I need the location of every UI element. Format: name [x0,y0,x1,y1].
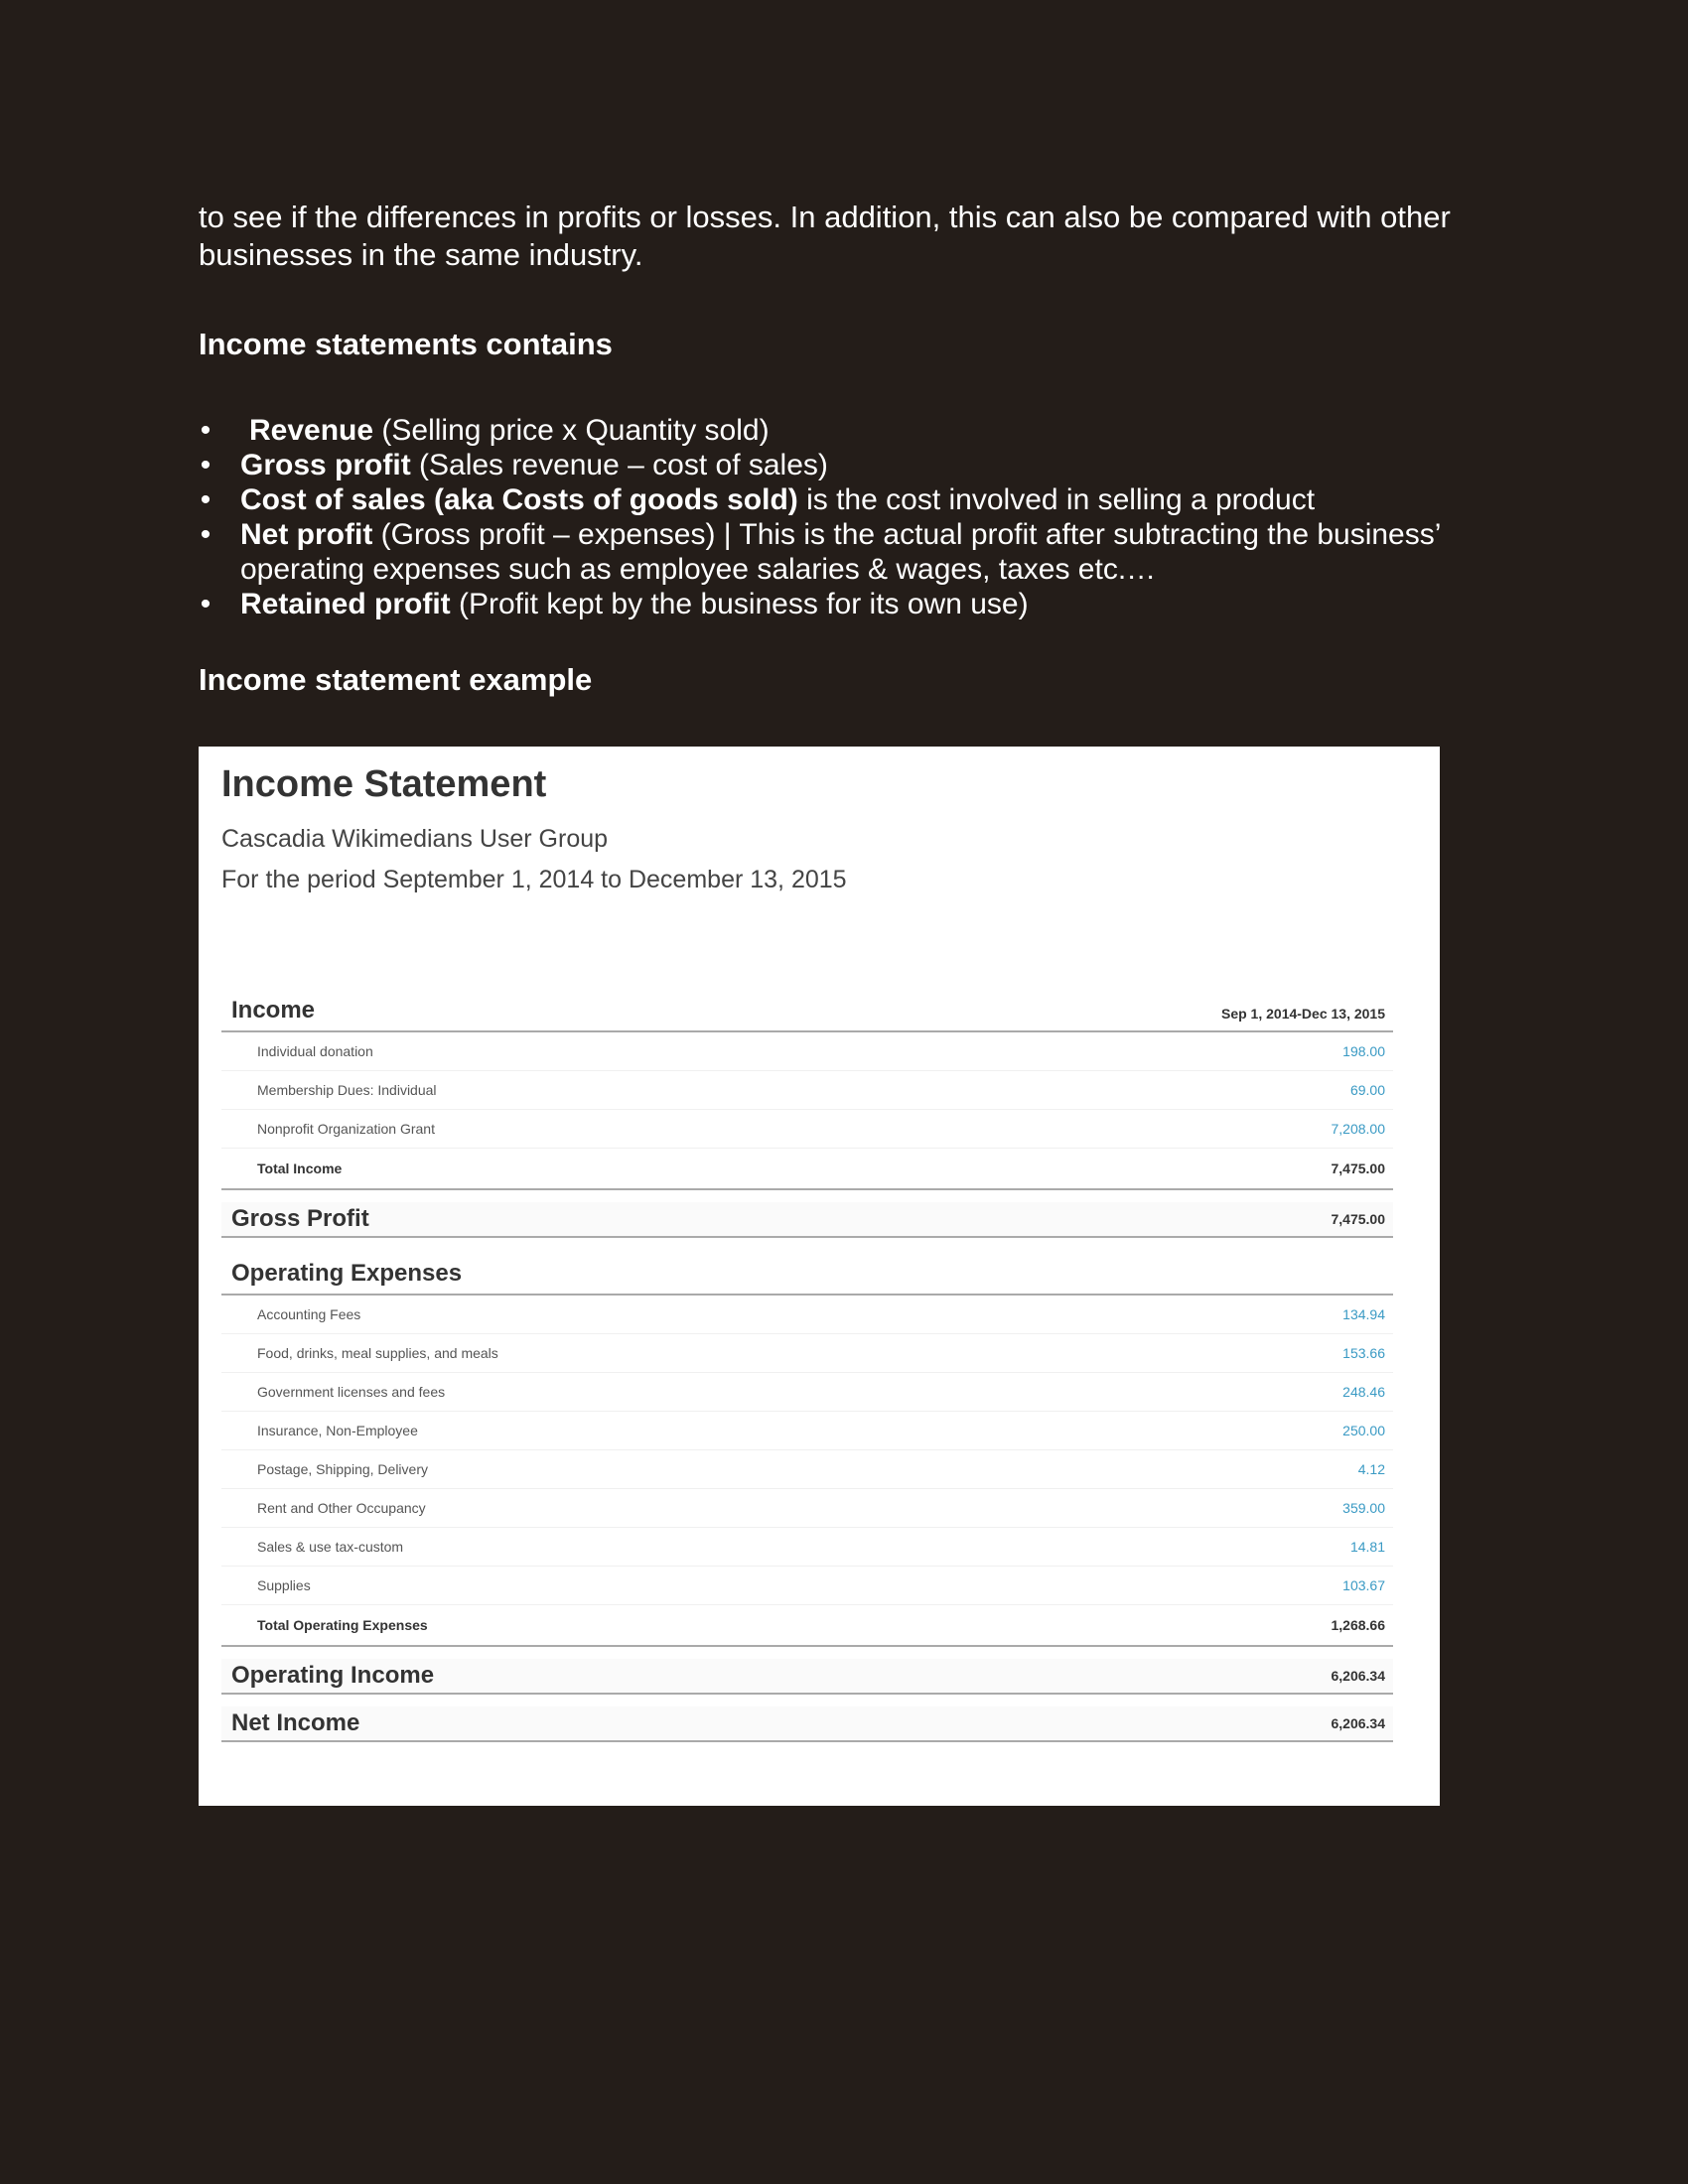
row-amount-link[interactable]: 7,208.00 [1332,1121,1386,1137]
row-amount: 1,268.66 [1331,1617,1386,1633]
term-description: (Profit kept by the business for its own… [450,588,1029,620]
bullet-icon: • [200,483,211,516]
row-label: Food, drinks, meal supplies, and meals [257,1345,498,1361]
section-heading-contains: Income statements contains [199,327,613,361]
bullet-icon: • [200,449,211,481]
row-label: Total Income [257,1160,343,1176]
table-row: Membership Dues: Individual 69.00 [221,1071,1393,1110]
row-amount: 7,475.00 [1331,1211,1386,1227]
row-amount-link[interactable]: 153.66 [1342,1345,1385,1361]
table-row: Insurance, Non-Employee 250.00 [221,1412,1393,1450]
row-label: Government licenses and fees [257,1384,446,1400]
row-amount-link[interactable]: 359.00 [1342,1500,1385,1516]
row-amount-link[interactable]: 103.67 [1342,1577,1385,1593]
term-description: (Selling price x Quantity sold) [373,414,770,447]
table-row: Nonprofit Organization Grant 7,208.00 [221,1110,1393,1149]
row-label: Insurance, Non-Employee [257,1423,418,1438]
row-label: Total Operating Expenses [257,1617,428,1633]
row-amount-link[interactable]: 69.00 [1350,1082,1385,1098]
term-description: (Sales revenue – cost of sales) [410,449,828,481]
bullet-icon: • [200,588,211,620]
operating-expenses-section-header: Operating Expenses [221,1258,1393,1296]
gross-profit-row: Gross Profit 7,475.00 [221,1202,1393,1238]
term-description: is the cost involved in selling a produc… [797,483,1316,516]
list-item: • Net profit (Gross profit – expenses) |… [199,517,1489,587]
row-label: Membership Dues: Individual [257,1082,437,1098]
table-row: Individual donation 198.00 [221,1032,1393,1071]
table-row: Government licenses and fees 248.46 [221,1373,1393,1412]
total-income-row: Total Income 7,475.00 [221,1149,1393,1190]
row-label: Nonprofit Organization Grant [257,1121,435,1137]
list-item: • Retained profit (Profit kept by the bu… [199,587,1489,621]
statement-table: Income Sep 1, 2014-Dec 13, 2015 Individu… [221,995,1393,1742]
statement-title: Income Statement [221,763,547,805]
row-label: Accounting Fees [257,1306,361,1322]
statement-organization: Cascadia Wikimedians User Group [221,825,609,853]
row-amount-link[interactable]: 250.00 [1342,1423,1385,1438]
row-label: Operating Income [231,1662,435,1689]
income-section-header: Income Sep 1, 2014-Dec 13, 2015 [221,995,1393,1032]
row-amount-link[interactable]: 14.81 [1350,1539,1385,1555]
table-row: Sales & use tax-custom 14.81 [221,1528,1393,1567]
column-header: Sep 1, 2014-Dec 13, 2015 [1220,1006,1385,1022]
list-item: • Gross profit (Sales revenue – cost of … [199,448,1489,482]
row-amount-link[interactable]: 198.00 [1342,1043,1385,1059]
intro-paragraph: to see if the differences in profits or … [199,200,1451,272]
row-label: Postage, Shipping, Delivery [257,1461,428,1477]
term-description: (Gross profit – expenses) | This is the … [240,518,1441,586]
row-label: Gross Profit [231,1205,369,1232]
operating-income-row: Operating Income 6,206.34 [221,1659,1393,1695]
row-amount-link[interactable]: 134.94 [1342,1306,1385,1322]
term-retained-profit: Retained profit [240,588,451,620]
row-amount: 7,475.00 [1331,1160,1386,1176]
row-amount: 6,206.34 [1331,1715,1386,1731]
row-amount-link[interactable]: 4.12 [1358,1461,1385,1477]
section-heading-example: Income statement example [199,662,593,697]
row-amount: 6,206.34 [1331,1668,1386,1684]
bullet-icon: • [200,414,211,447]
term-gross-profit: Gross profit [240,449,411,481]
operating-expenses-label: Operating Expenses [231,1260,463,1287]
table-row: Accounting Fees 134.94 [221,1296,1393,1334]
table-row: Food, drinks, meal supplies, and meals 1… [221,1334,1393,1373]
term-revenue: Revenue [249,414,374,447]
total-operating-expenses-row: Total Operating Expenses 1,268.66 [221,1605,1393,1647]
row-label: Supplies [257,1577,311,1593]
income-statement-image: Income Statement Cascadia Wikimedians Us… [199,747,1440,1806]
list-item: • Revenue (Selling price x Quantity sold… [199,413,1489,448]
row-amount-link[interactable]: 248.46 [1342,1384,1385,1400]
list-item: • Cost of sales (aka Costs of goods sold… [199,482,1489,517]
row-label: Individual donation [257,1043,373,1059]
table-row: Rent and Other Occupancy 359.00 [221,1489,1393,1528]
term-cost-of-sales: Cost of sales (aka Costs of goods sold) [240,483,798,516]
table-row: Supplies 103.67 [221,1567,1393,1605]
table-row: Postage, Shipping, Delivery 4.12 [221,1450,1393,1489]
row-label: Rent and Other Occupancy [257,1500,426,1516]
income-section-label: Income [231,997,316,1024]
row-label: Sales & use tax-custom [257,1539,404,1555]
statement-period: For the period September 1, 2014 to Dece… [221,866,847,893]
net-income-row: Net Income 6,206.34 [221,1706,1393,1742]
bullet-icon: • [200,518,211,551]
row-label: Net Income [231,1709,360,1736]
term-net-profit: Net profit [240,518,373,551]
contents-list: • Revenue (Selling price x Quantity sold… [199,413,1489,621]
